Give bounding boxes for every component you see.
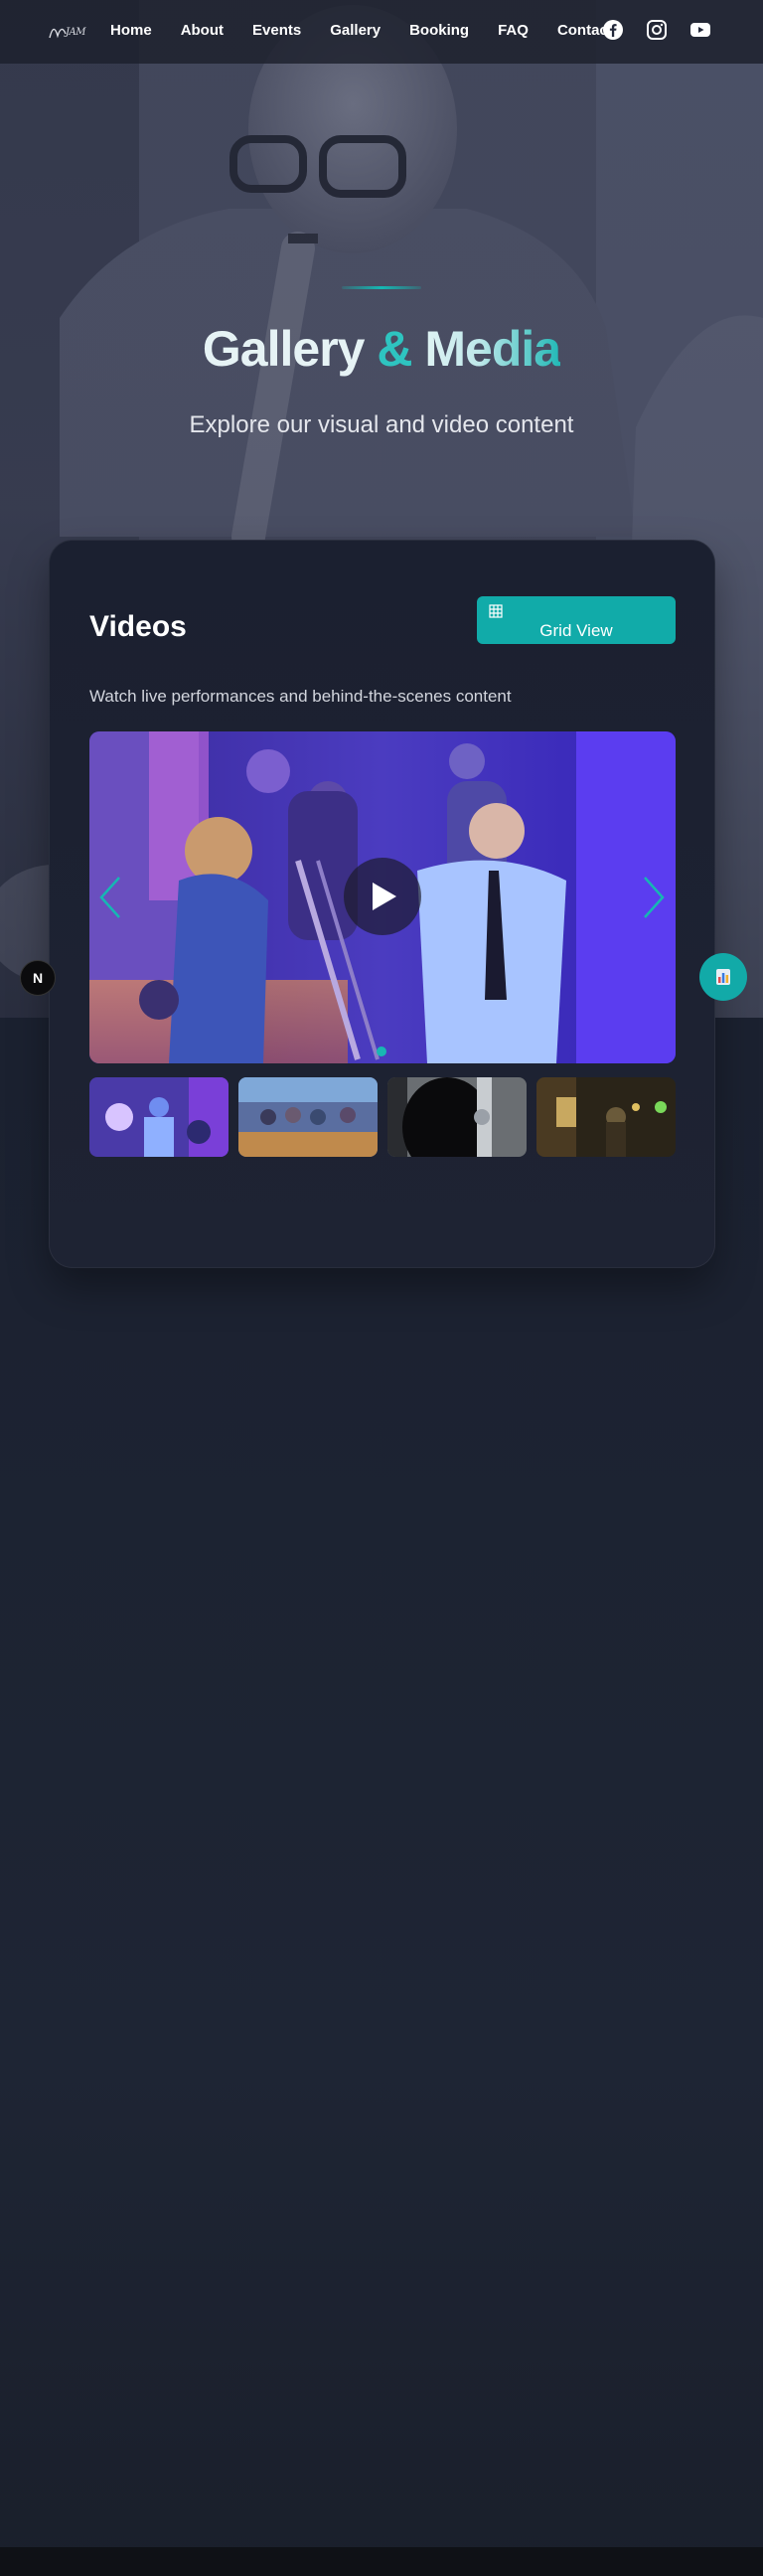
nav-link-gallery[interactable]: Gallery: [330, 22, 381, 39]
social-links: [602, 19, 733, 41]
grid-view-button[interactable]: Grid View: [477, 596, 676, 644]
instagram-icon[interactable]: [646, 19, 668, 41]
framework-badge-button[interactable]: N: [20, 960, 56, 996]
previous-video-button[interactable]: [97, 875, 123, 920]
nav-link-home[interactable]: Home: [110, 22, 152, 39]
page-title: Gallery & Media: [0, 320, 763, 378]
page-subtitle: Explore our visual and video content: [189, 411, 574, 438]
slide-indicator-dot[interactable]: [377, 1046, 386, 1056]
nav-link-about[interactable]: About: [181, 22, 224, 39]
title-accent-line: [342, 286, 421, 289]
play-icon: [373, 883, 396, 910]
logo-mark: JAM: [49, 27, 87, 39]
play-button[interactable]: [344, 858, 421, 935]
analytics-widget-button[interactable]: [699, 953, 747, 1001]
title-part-media: Media: [424, 321, 561, 377]
site-logo[interactable]: JAM: [46, 18, 97, 44]
grid-view-label: Grid View: [539, 621, 613, 640]
nav-link-faq[interactable]: FAQ: [498, 22, 529, 39]
grid-icon: [489, 604, 503, 618]
video-thumbnail[interactable]: [89, 1077, 229, 1157]
video-player[interactable]: [89, 731, 676, 1063]
nav-links: Home About Events Gallery Booking FAQ Co…: [110, 22, 642, 39]
video-thumbnails: [89, 1077, 676, 1157]
title-ampersand: &: [377, 321, 412, 377]
video-thumbnail[interactable]: [536, 1077, 676, 1157]
video-thumbnail[interactable]: [387, 1077, 527, 1157]
video-thumbnail[interactable]: [238, 1077, 378, 1157]
chevron-left-icon: [99, 877, 120, 918]
nav-link-booking[interactable]: Booking: [409, 22, 469, 39]
footer-strip: [0, 2547, 763, 2576]
chevron-right-icon: [644, 877, 665, 918]
top-navigation: JAM Home About Events Gallery Booking FA…: [0, 0, 763, 64]
bar-chart-icon: [716, 969, 730, 985]
videos-panel: Videos Grid View Watch live performances…: [49, 540, 715, 1268]
facebook-icon[interactable]: [602, 19, 624, 41]
videos-description: Watch live performances and behind-the-s…: [89, 687, 512, 706]
next-video-button[interactable]: [641, 875, 667, 920]
videos-title: Videos: [89, 610, 187, 643]
logo-text: JAM: [64, 27, 86, 38]
youtube-icon[interactable]: [689, 19, 711, 41]
title-part-gallery: Gallery: [202, 321, 366, 377]
nav-link-events[interactable]: Events: [252, 22, 301, 39]
